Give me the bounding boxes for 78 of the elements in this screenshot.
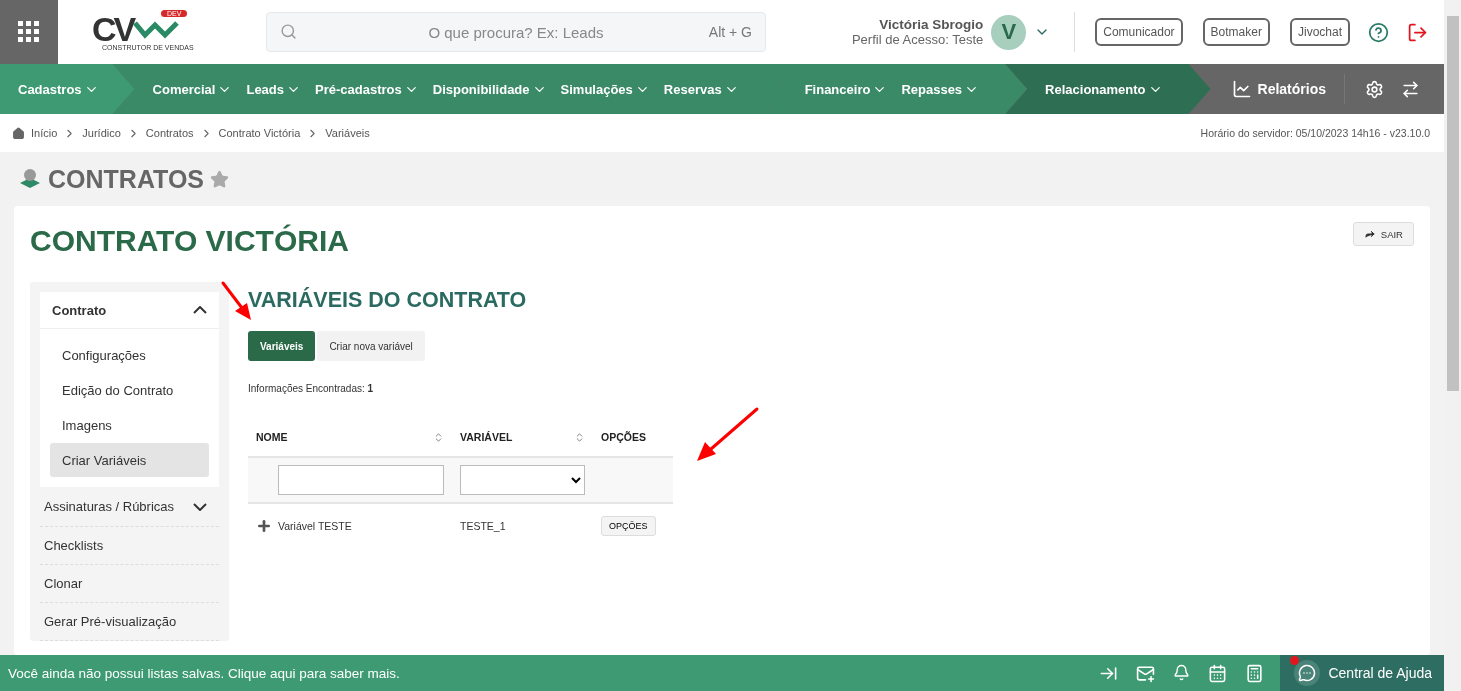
home-icon <box>12 126 25 140</box>
line-chart-icon <box>1231 79 1252 99</box>
name-filter-field[interactable] <box>278 465 444 495</box>
settings-icon <box>1365 79 1384 99</box>
sidebar-item[interactable]: Imagens <box>50 408 209 442</box>
breadcrumb-link[interactable]: Contrato Victória <box>218 127 301 139</box>
tab[interactable]: Criar nova variável <box>317 331 425 361</box>
options-button[interactable]: OPÇÕES <box>601 516 656 536</box>
sidebar-section[interactable]: Assinaturas / Rúbricas <box>40 487 219 527</box>
annotation-arrow <box>695 406 761 464</box>
chevron-down-icon <box>193 502 207 511</box>
nav-menu-item[interactable]: Financeiro <box>804 81 888 97</box>
user-profile: Perfil de Acesso: Teste <box>851 32 984 47</box>
card-title: CONTRATO VICTÓRIA <box>30 224 349 258</box>
chevron-up-icon <box>193 306 207 314</box>
user-avatar[interactable]: V <box>991 14 1027 50</box>
header-button[interactable]: Jivochat <box>1289 18 1350 46</box>
sidebar-item[interactable]: Criar Variáveis <box>50 443 209 477</box>
nav-menu-item[interactable]: Pré-cadastros <box>315 81 419 97</box>
variable-filter-select[interactable] <box>460 465 585 495</box>
chat-bubble-icon <box>1298 664 1317 682</box>
forward-arrow-icon <box>1363 228 1376 240</box>
sidebar-item[interactable]: Configurações <box>50 338 209 372</box>
nav-menu-item[interactable]: Repasses <box>901 81 980 97</box>
sidebar-item[interactable]: Gerar Pré-visualização <box>40 603 219 641</box>
column-header[interactable]: OPÇÕES <box>601 431 646 443</box>
user-name: Victória Sbrogio <box>879 17 984 32</box>
logout-button[interactable] <box>1407 21 1428 43</box>
favorite-star-icon[interactable] <box>210 169 230 189</box>
nav-menu-item[interactable]: Simulações <box>560 81 650 97</box>
settings-button[interactable] <box>1365 79 1384 99</box>
calendar-icon <box>1208 663 1228 683</box>
server-time: Horário do servidor: 05/10/2023 14h16 - v23.10.0 <box>1200 127 1431 139</box>
swap-arrows-icon <box>1401 79 1420 99</box>
bell-icon <box>1173 663 1191 681</box>
search-icon <box>280 23 297 40</box>
reports-button[interactable]: Relatórios <box>1213 74 1345 104</box>
mail-plus-icon <box>1136 663 1156 683</box>
sidebar-item[interactable]: Edição do Contrato <box>50 373 209 407</box>
breadcrumb-link[interactable]: Início <box>31 127 58 139</box>
breadcrumb-link[interactable]: Jurídico <box>82 127 121 139</box>
calendar-button[interactable] <box>1208 663 1228 683</box>
nav-menu-item[interactable]: Comercial <box>152 81 233 97</box>
sidebar-item[interactable]: Checklists <box>40 527 219 565</box>
page-title: CONTRATOS <box>48 164 205 194</box>
sidebar-section[interactable]: Contrato <box>40 292 219 328</box>
tab[interactable]: Variáveis <box>248 331 316 361</box>
help-button[interactable] <box>1368 21 1389 43</box>
table-cell: TESTE_1 <box>460 520 506 532</box>
mail-button[interactable] <box>1136 663 1156 683</box>
column-header[interactable]: NOME <box>256 431 288 443</box>
nav-menu-item[interactable]: Reservas <box>663 81 739 97</box>
header-button[interactable]: Comunicador <box>1095 18 1183 46</box>
results-count: Informações Encontradas: 1 <box>248 383 375 394</box>
logo-letters: CV <box>92 13 134 44</box>
breadcrumb-link[interactable]: Variáveis <box>325 127 370 139</box>
breadcrumb-link[interactable]: Contratos <box>145 127 194 139</box>
nav-menu-item[interactable]: Disponibilidade <box>432 81 547 97</box>
nav-menu-item[interactable]: Relacionamento <box>1045 81 1163 97</box>
exit-button[interactable]: SAIR <box>1352 222 1414 246</box>
calculator-icon <box>1245 663 1265 683</box>
sidebar-item[interactable]: Clonar <box>40 565 219 603</box>
apps-menu-button[interactable] <box>0 0 58 64</box>
table-cell: Variável TESTE <box>278 520 352 532</box>
calculator-button[interactable] <box>1245 663 1265 683</box>
help-center-button[interactable]: Central de Ajuda <box>1280 655 1444 691</box>
apps-grid-icon <box>18 21 40 43</box>
shortcut-hint: Alt + G <box>708 24 752 40</box>
plus-icon <box>256 518 272 534</box>
nav-menu-item[interactable]: Leads <box>246 81 302 97</box>
column-header[interactable]: VARIÁVEL <box>460 431 513 443</box>
notifications-button[interactable] <box>1173 663 1191 683</box>
header-button[interactable]: Botmaker <box>1202 18 1270 46</box>
logo-wave-icon <box>133 18 180 39</box>
logout-icon <box>1407 21 1428 43</box>
switch-button[interactable] <box>1401 79 1420 99</box>
section-title: VARIÁVEIS DO CONTRATO <box>248 288 528 313</box>
help-icon <box>1368 21 1389 43</box>
